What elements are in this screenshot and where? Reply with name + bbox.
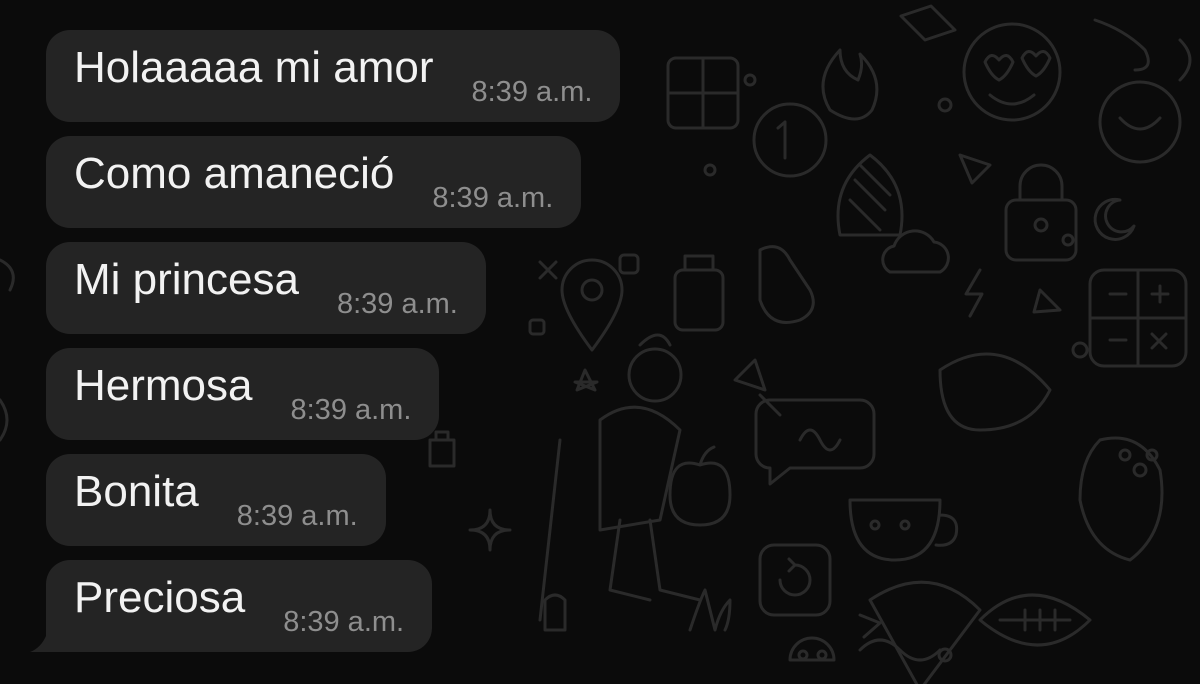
message-text: Hermosa <box>74 361 253 410</box>
message-timestamp: 8:39 a.m. <box>290 393 412 426</box>
message-timestamp: 8:39 a.m. <box>283 605 405 638</box>
message-bubble[interactable]: Hermosa 8:39 a.m. <box>46 348 440 440</box>
message-bubble[interactable]: Como amaneció 8:39 a.m. <box>46 136 582 228</box>
message-text: Como amaneció <box>74 149 395 198</box>
message-text: Holaaaaa mi amor <box>74 43 434 92</box>
bubble-tail-icon <box>30 622 58 652</box>
message-bubble[interactable]: Preciosa 8:39 a.m. <box>46 560 433 652</box>
chat-area[interactable]: Holaaaaa mi amor 8:39 a.m. Como amaneció… <box>0 0 1200 684</box>
message-timestamp: 8:39 a.m. <box>236 499 358 532</box>
message-text: Mi princesa <box>74 255 299 304</box>
message-bubble[interactable]: Holaaaaa mi amor 8:39 a.m. <box>46 30 621 122</box>
message-bubble[interactable]: Mi princesa 8:39 a.m. <box>46 242 486 334</box>
message-timestamp: 8:39 a.m. <box>471 75 593 108</box>
message-timestamp: 8:39 a.m. <box>336 287 458 320</box>
message-timestamp: 8:39 a.m. <box>432 181 554 214</box>
message-text: Bonita <box>74 467 199 516</box>
message-bubble[interactable]: Bonita 8:39 a.m. <box>46 454 386 546</box>
message-text: Preciosa <box>74 573 246 622</box>
